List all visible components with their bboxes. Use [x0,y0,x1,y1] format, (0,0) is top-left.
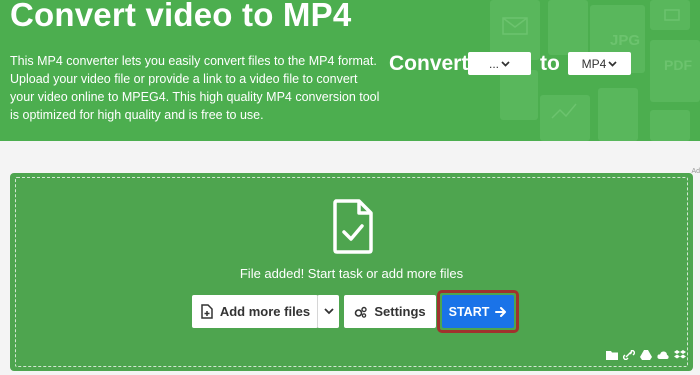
target-format-select[interactable]: MP4 [568,52,631,75]
add-more-files-button[interactable]: Add more files [192,295,318,328]
gears-icon [355,306,368,318]
start-button[interactable]: START [442,295,514,328]
to-label: to [540,52,560,75]
arrow-right-icon [495,306,507,317]
add-more-files-label: Add more files [219,304,311,319]
start-label: START [448,304,490,319]
source-format-value: ... [488,56,499,71]
file-check-icon [333,199,373,254]
source-format-select[interactable]: ... [468,52,531,75]
hero-banner: JPG PDF Convert video to MP4 This MP4 co… [0,0,700,141]
settings-label: Settings [374,304,426,319]
add-files-options-button[interactable] [317,295,339,328]
upload-status: File added! Start task or add more files [239,266,464,281]
target-format-value: MP4 [581,56,607,71]
chevron-down-icon [501,60,510,67]
chevron-down-icon [323,308,334,315]
jpg-watermark: JPG [610,32,640,49]
page-title: Convert video to MP4 [10,0,352,33]
pdf-watermark: PDF [664,57,692,73]
settings-button[interactable]: Settings [344,295,436,328]
file-dropzone[interactable]: File added! Start task or add more files… [10,173,693,371]
page-description: This MP4 converter lets you easily conve… [10,54,380,122]
link-icon[interactable] [622,347,636,361]
google-drive-icon[interactable] [640,347,652,360]
chevron-down-icon [608,60,617,67]
ad-marker: Ad [691,168,700,175]
file-add-icon [201,304,213,319]
cloud-icon[interactable] [657,347,669,359]
folder-icon[interactable] [606,347,618,360]
upload-source-icons [606,347,686,361]
convert-label: Convert [389,52,469,75]
dropbox-icon[interactable] [674,347,686,359]
